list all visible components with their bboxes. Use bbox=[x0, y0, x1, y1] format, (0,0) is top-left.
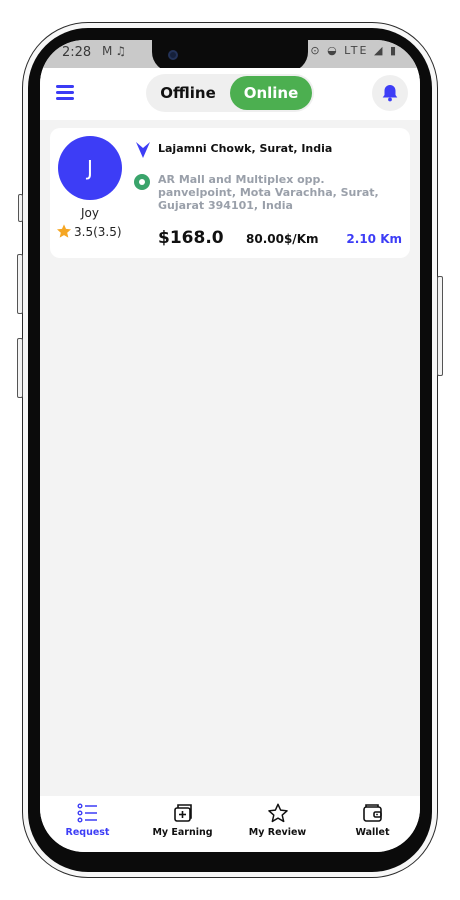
phone-power-button bbox=[437, 276, 443, 376]
trip-distance: 2.10 Km bbox=[346, 232, 402, 246]
pickup-address: Lajamni Chowk, Surat, India bbox=[158, 142, 333, 155]
fare-amount: $168.0 bbox=[158, 228, 224, 248]
nav-my-review[interactable]: My Review bbox=[230, 802, 325, 846]
drop-address: AR Mall and Multiplex opp. panvelpoint, … bbox=[158, 173, 379, 212]
nav-my-earning[interactable]: My Earning bbox=[135, 802, 230, 846]
notification-button[interactable] bbox=[372, 75, 408, 111]
gmail-icon: M bbox=[102, 44, 116, 58]
nav-wallet[interactable]: Wallet bbox=[325, 802, 420, 846]
bell-icon: ♫ bbox=[115, 44, 130, 58]
offline-option[interactable]: Offline bbox=[146, 74, 230, 112]
rider-avatar: J bbox=[58, 136, 122, 200]
rider-name: Joy bbox=[81, 206, 99, 220]
star-icon bbox=[267, 803, 288, 823]
phone-volume-up-button bbox=[17, 254, 23, 314]
list-icon bbox=[77, 803, 97, 823]
lte-icon: LTE bbox=[344, 44, 369, 57]
hamburger-icon-line bbox=[56, 97, 74, 100]
phone-side-button bbox=[18, 194, 23, 222]
online-offline-toggle[interactable]: Offline Online bbox=[146, 74, 314, 112]
nav-my-earning-label: My Earning bbox=[152, 827, 213, 838]
rate-per-km: 80.00$/Km bbox=[246, 232, 319, 246]
bottom-navigation: Request My Earning My Review Wallet bbox=[40, 796, 420, 852]
battery-icon: ▮ bbox=[389, 44, 398, 57]
wifi-icon: ◒ bbox=[327, 44, 339, 57]
nav-request[interactable]: Request bbox=[40, 802, 135, 846]
menu-button[interactable] bbox=[56, 85, 76, 101]
front-camera-icon bbox=[168, 50, 178, 60]
phone-volume-down-button bbox=[17, 338, 23, 398]
online-option[interactable]: Online bbox=[230, 76, 312, 110]
ride-request-card[interactable]: J Joy 3.5(3.5) Lajamni Chowk, Surat, Ind… bbox=[50, 128, 410, 258]
status-right-icons: ⊙ ◒ LTE ◢ ▮ bbox=[310, 44, 398, 57]
location-icon: ⊙ bbox=[310, 44, 322, 57]
signal-icon: ◢ bbox=[373, 44, 385, 57]
drop-location-icon bbox=[134, 174, 150, 190]
star-icon bbox=[57, 224, 71, 238]
wallet-plus-icon bbox=[173, 804, 192, 822]
app-header: Offline Online bbox=[40, 68, 420, 120]
pickup-navigation-icon bbox=[136, 142, 150, 158]
nav-wallet-label: Wallet bbox=[355, 827, 390, 838]
status-time: 2:28 bbox=[62, 45, 92, 60]
bell-icon bbox=[382, 85, 398, 102]
nav-my-review-label: My Review bbox=[248, 827, 307, 838]
rating-value: 3.5(3.5) bbox=[74, 225, 122, 239]
hamburger-icon bbox=[56, 85, 74, 88]
wallet-icon bbox=[362, 804, 382, 822]
status-left-icons: M♫ bbox=[102, 44, 129, 58]
app-screen: 2:28 M♫ ⊙ ◒ LTE ◢ ▮ Offline Online J Joy… bbox=[40, 40, 420, 852]
nav-request-label: Request bbox=[65, 827, 110, 838]
rider-rating: 3.5(3.5) bbox=[56, 223, 122, 239]
hamburger-icon-line bbox=[56, 91, 74, 94]
